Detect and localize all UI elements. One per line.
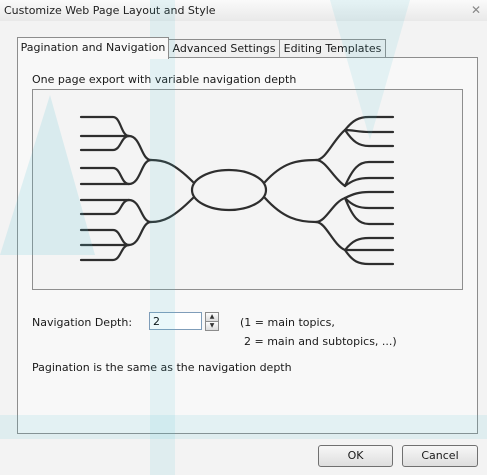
depth-hint-line1: (1 = main topics, (240, 316, 335, 329)
tab-label: Editing Templates (283, 42, 382, 55)
navigation-depth-input[interactable] (149, 312, 202, 330)
cancel-button[interactable]: Cancel (402, 445, 478, 467)
navigation-depth-spinner: ▲ ▼ (205, 312, 219, 331)
navigation-depth-label: Navigation Depth: (32, 316, 133, 329)
window-title: Customize Web Page Layout and Style (4, 4, 216, 17)
mind-map-diagram (79, 115, 395, 266)
spin-down-icon[interactable]: ▼ (205, 321, 219, 331)
title-bar: Customize Web Page Layout and Style ✕ (0, 0, 487, 22)
close-icon[interactable]: ✕ (469, 3, 483, 17)
panel-caption: One page export with variable navigation… (32, 73, 297, 86)
mind-map-preview (32, 89, 463, 290)
ok-button[interactable]: OK (318, 445, 393, 467)
pagination-note: Pagination is the same as the navigation… (32, 361, 292, 374)
tab-label: Advanced Settings (172, 42, 276, 55)
tab-editing-templates[interactable]: Editing Templates (279, 39, 386, 58)
tab-label: Pagination and Navigation (20, 41, 166, 54)
tab-pagination-and-navigation[interactable]: Pagination and Navigation (17, 37, 169, 59)
depth-hint-line2: 2 = main and subtopics, ...) (244, 335, 397, 348)
tab-panel: One page export with variable navigation… (17, 57, 478, 434)
tab-advanced-settings[interactable]: Advanced Settings (168, 39, 280, 58)
